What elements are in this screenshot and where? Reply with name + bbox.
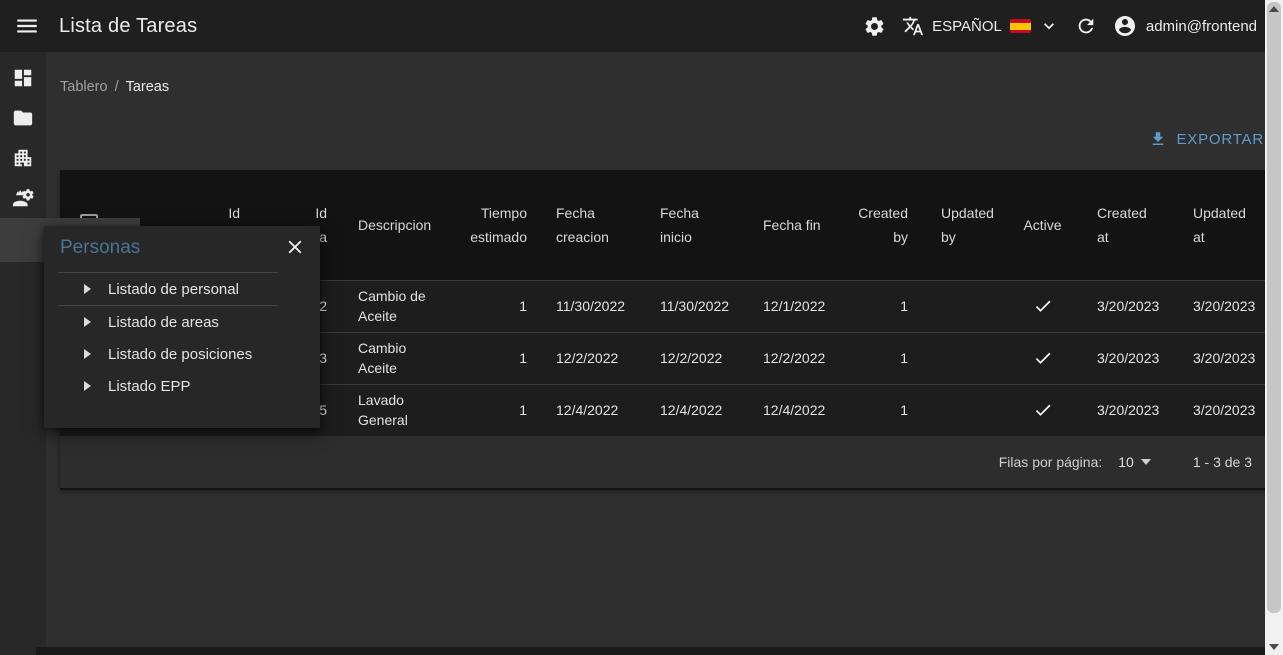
arrow-right-icon [84,381,91,391]
cell-created-at: 3/20/2023 [1075,280,1170,332]
export-button[interactable]: EXPORTAR [1149,130,1264,148]
cell-active [1010,332,1075,384]
user-menu[interactable]: admin@frontend [1113,14,1257,38]
cell-fecha-inicio: 12/4/2022 [645,384,748,436]
account-circle-icon [1113,14,1137,38]
popup-item-listado-de-areas[interactable]: Listado de areas [44,306,320,338]
popup-item-listado-de-personal[interactable]: Listado de personal [44,273,320,305]
cell-updated-by [915,332,1010,384]
close-button[interactable] [282,235,308,261]
column-header-fecha-inicio[interactable]: Fecha inicio [645,170,748,280]
cell-active [1010,280,1075,332]
download-icon [1149,130,1167,148]
popup-title: Personas [60,237,140,259]
vertical-scrollbar[interactable] [1265,0,1283,655]
cell-fecha-inicio: 11/30/2022 [645,280,748,332]
arrow-right-icon [84,284,91,294]
language-selector[interactable]: ESPAÑOL [902,15,1059,37]
cell-fecha-creacion: 11/30/2022 [540,280,645,332]
column-header-created-at[interactable]: Created at [1075,170,1170,280]
building-icon [12,147,34,169]
cell-created-by: 1 [843,332,915,384]
check-icon [1033,400,1053,420]
cell-fecha-inicio: 12/2/2022 [645,332,748,384]
translate-icon [902,15,924,37]
cell-tiempo-estimado: 1 [465,384,540,436]
column-header-fecha-creacion[interactable]: Fecha creacion [540,170,645,280]
cell-updated-by [915,280,1010,332]
cell-tiempo-estimado: 1 [465,332,540,384]
column-header-descripcion[interactable]: Descripcion [330,170,465,280]
sidebar-item-folder[interactable] [0,98,46,138]
column-header-active[interactable]: Active [1010,170,1075,280]
cell-fecha-creacion: 12/4/2022 [540,384,645,436]
cell-descripcion: Cambio Aceite [330,332,465,384]
export-label: EXPORTAR [1176,131,1264,148]
menu-button[interactable] [12,11,42,41]
sidebar [0,52,46,655]
cell-fecha-fin: 12/2/2022 [748,332,843,384]
popup-item-listado-de-posiciones[interactable]: Listado de posiciones [44,338,320,370]
cell-descripcion: Cambio de Aceite [330,280,465,332]
page-title: Lista de Tareas [59,15,197,38]
breadcrumb-current: Tareas [126,79,170,95]
cell-updated-by [915,384,1010,436]
breadcrumb-separator: / [115,79,119,95]
refresh-button[interactable] [1075,15,1097,37]
caret-down-icon [1141,459,1151,465]
scrollbar-thumb[interactable] [1267,2,1281,613]
breadcrumb: Tablero / Tareas [60,79,169,95]
scroll-down-arrow-icon[interactable] [1269,644,1279,650]
cell-tiempo-estimado: 1 [465,280,540,332]
arrow-right-icon [84,349,91,359]
refresh-icon [1075,15,1097,37]
cell-created-by: 1 [843,280,915,332]
rows-per-page-select[interactable]: 10 [1118,454,1151,470]
column-header-tiempo-estimado[interactable]: Tiempo estimado [465,170,540,280]
dashboard-icon [12,67,34,89]
cell-fecha-fin: 12/1/2022 [748,280,843,332]
popup-header: Personas [44,226,320,272]
cell-active [1010,384,1075,436]
spain-flag-icon [1010,19,1031,33]
cell-fecha-creacion: 12/2/2022 [540,332,645,384]
cell-created-at: 3/20/2023 [1075,384,1170,436]
pagination-range: 1 - 3 de 3 [1193,454,1252,470]
chevron-down-icon [1039,16,1059,36]
topbar-actions: ESPAÑOL admin@frontend [863,14,1283,38]
popup-item-listado-epp[interactable]: Listado EPP [44,370,320,402]
hamburger-menu-icon [14,13,40,39]
column-header-fecha-fin[interactable]: Fecha fin [748,170,843,280]
topbar: Lista de Tareas ESPAÑOL admin@frontend [0,0,1283,52]
personas-popup: Personas Listado de personal Listado de … [44,226,320,428]
sidebar-item-dashboard[interactable] [0,58,46,98]
table-pagination: Filas por página: 10 1 - 3 de 3 [60,436,1283,488]
cell-created-at: 3/20/2023 [1075,332,1170,384]
rows-per-page-label: Filas por página: [999,454,1103,470]
cell-fecha-fin: 12/4/2022 [748,384,843,436]
cell-descripcion: Lavado General [330,384,465,436]
column-header-updated-by[interactable]: Updated by [915,170,1010,280]
sidebar-item-engineering[interactable] [0,178,46,218]
sidebar-item-building[interactable] [0,138,46,178]
scroll-up-arrow-icon[interactable] [1269,6,1279,12]
user-email: admin@frontend [1146,18,1257,35]
cell-created-by: 1 [843,384,915,436]
settings-button[interactable] [863,15,886,38]
check-icon [1033,348,1053,368]
rows-per-page-value: 10 [1118,454,1134,470]
engineer-icon [12,187,34,209]
language-label: ESPAÑOL [932,18,1002,35]
folder-icon [12,107,34,129]
arrow-right-icon [84,317,91,327]
gear-icon [863,15,886,38]
column-header-created-by[interactable]: Created by [843,170,915,280]
close-icon [284,236,306,258]
breadcrumb-link-tablero[interactable]: Tablero [60,79,108,95]
check-icon [1033,296,1053,316]
horizontal-scrollbar[interactable] [36,647,1265,655]
